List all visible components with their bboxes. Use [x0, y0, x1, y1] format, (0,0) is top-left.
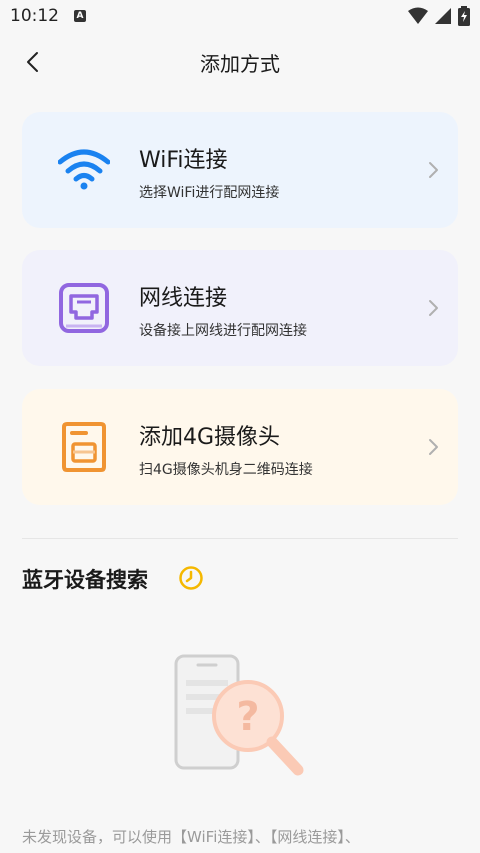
status-time: 10:12	[10, 6, 59, 26]
card-title: 添加4G摄像头	[139, 425, 281, 450]
card-description: 扫4G摄像头机身二维码连接	[139, 462, 313, 478]
cell-signal-icon	[435, 8, 451, 24]
svg-text:?: ?	[236, 694, 259, 740]
page-title: 添加方式	[200, 52, 280, 76]
empty-state-text: 未发现设备，可以使用【WiFi连接】、【网线连接】、	[22, 828, 360, 846]
clock-icon[interactable]	[178, 565, 204, 591]
phone-search-illustration: ?	[174, 654, 304, 776]
ethernet-connect-card[interactable]: 网线连接 设备接上网线进行配网连接	[22, 250, 458, 366]
status-icons	[408, 6, 470, 26]
camera-4g-card[interactable]: 添加4G摄像头 扫4G摄像头机身二维码连接	[22, 389, 458, 505]
a-letter-icon: A	[74, 10, 86, 22]
sim-card-icon	[62, 422, 106, 472]
wifi-connect-card[interactable]: WiFi连接 选择WiFi进行配网连接	[22, 112, 458, 228]
ethernet-port-icon	[59, 283, 109, 333]
bluetooth-section-title: 蓝牙设备搜索	[22, 568, 148, 592]
chevron-right-icon	[429, 300, 438, 316]
battery-icon	[458, 6, 470, 26]
card-description: 设备接上网线进行配网连接	[139, 323, 307, 339]
chevron-right-icon	[429, 439, 438, 455]
chevron-right-icon	[429, 162, 438, 178]
header: 添加方式	[0, 34, 480, 90]
card-title: 网线连接	[139, 286, 228, 311]
card-description: 选择WiFi进行配网连接	[139, 185, 280, 201]
status-bar: 10:12 A	[0, 0, 480, 34]
divider	[22, 538, 458, 539]
wifi-icon	[58, 149, 110, 190]
card-title: WiFi连接	[139, 148, 228, 173]
wifi-signal-icon	[408, 7, 428, 24]
